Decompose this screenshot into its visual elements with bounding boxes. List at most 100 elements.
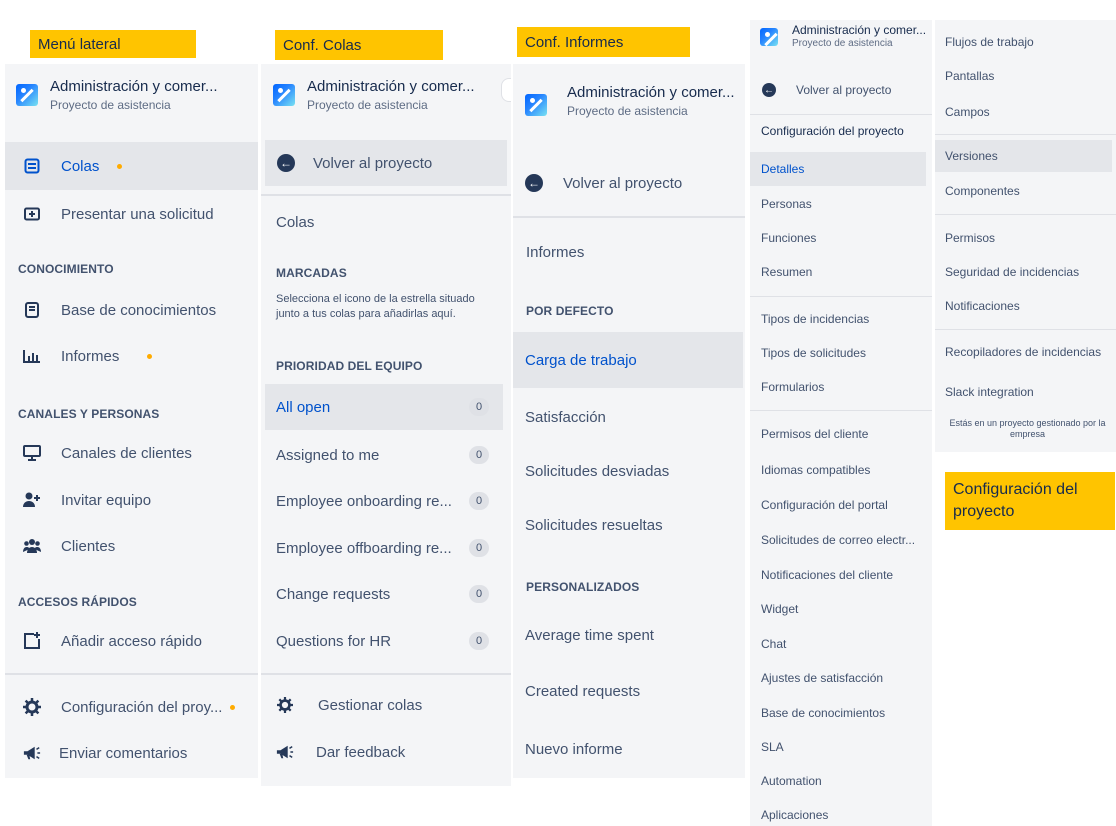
project-subtitle: Proyecto de asistencia [307,98,428,112]
config-item-tipos-solicitudes[interactable]: Tipos de solicitudes [750,337,932,369]
add-shortcut-button[interactable]: Añadir acceso rápido [5,619,258,663]
config-item-correo[interactable]: Solicitudes de correo electr... [750,524,932,556]
queue-count-badge: 0 [469,585,489,603]
colas-panel: Administración y comer... Proyecto de as… [261,64,511,786]
report-item-solicitudes-desviadas[interactable]: Solicitudes desviadas [513,444,745,498]
sidebar-item-label: Configuración del proy... [61,698,223,716]
queue-count-badge: 0 [469,539,489,557]
config-item-personas[interactable]: Personas [750,188,932,220]
sidebar-item-clientes[interactable]: Clientes [5,524,258,568]
section-heading-conocimiento: CONOCIMIENTO [18,262,114,276]
invite-icon [23,491,41,509]
sidebar-item-invitar-equipo[interactable]: Invitar equipo [5,478,258,522]
sidebar-item-label: Clientes [61,537,116,555]
sidebar-item-label: Presentar una solicitud [61,205,214,223]
report-item-satisfaccion[interactable]: Satisfacción [513,390,745,444]
config-heading: Configuración del proyecto [761,124,904,138]
config-item-componentes[interactable]: Componentes [935,175,1116,207]
project-header[interactable]: Administración y comer... Proyecto de as… [525,84,735,118]
manage-queues-button[interactable]: Gestionar colas [261,683,511,727]
notification-dot [230,704,236,710]
config-item-slack[interactable]: Slack integration [935,376,1116,408]
sidebar-menu-panel: Administración y comer... Proyecto de as… [5,64,258,778]
config-item-tipos-incidencias[interactable]: Tipos de incidencias [750,303,932,335]
report-item-solicitudes-resueltas[interactable]: Solicitudes resueltas [513,498,745,552]
config-item-label: Resumen [761,265,813,279]
collapse-sidebar-button[interactable] [501,78,511,102]
queue-label: Assigned to me [276,446,380,464]
config-item-chat[interactable]: Chat [750,628,932,660]
queue-count-badge: 0 [469,398,489,416]
give-feedback-button[interactable]: Dar feedback [261,730,511,774]
sidebar-item-presentar-solicitud[interactable]: Presentar una solicitud [5,192,258,236]
sidebar-item-configuracion[interactable]: Configuración del proy... [5,685,258,729]
arrow-left-icon: ← [277,154,295,172]
report-label: Created requests [525,682,641,700]
config-item-label: Notificaciones [945,299,1020,313]
arrow-left-icon: ← [762,83,776,97]
give-feedback-label: Dar feedback [316,743,406,761]
divider [935,329,1116,330]
config-item-permisos[interactable]: Permisos [935,222,1116,254]
divider [935,134,1116,135]
starred-hint: Selecciona el icono de la estrella situa… [276,293,475,320]
project-header[interactable]: Administración y comer... Proyecto de as… [760,23,926,49]
queue-item-employee-offboarding[interactable]: Employee offboarding re... 0 [265,525,503,571]
report-item-average-time[interactable]: Average time spent [513,608,745,662]
config-item-base-conocimientos[interactable]: Base de conocimientos [750,697,932,729]
sidebar-item-canales-clientes[interactable]: Canales de clientes [5,431,258,475]
megaphone-icon [23,744,41,762]
config-item-resumen[interactable]: Resumen [750,256,932,288]
back-label: Volver al proyecto [313,154,433,172]
config-item-versiones[interactable]: Versiones [935,140,1112,172]
report-label: Nuevo informe [525,740,623,758]
config-item-sla[interactable]: SLA [750,731,932,763]
config-item-detalles[interactable]: Detalles [750,152,926,186]
queue-item-all-open[interactable]: All open 0 [265,384,503,430]
config-item-label: Slack integration [945,385,1034,399]
report-item-created-requests[interactable]: Created requests [513,664,745,718]
config-item-idiomas[interactable]: Idiomas compatibles [750,454,932,486]
back-to-project-button[interactable]: ← Volver al proyecto [265,140,507,186]
project-header[interactable]: Administración y comer... Proyecto de as… [16,78,218,112]
new-report-button[interactable]: Nuevo informe [513,722,745,776]
config-item-label: Componentes [945,184,1020,198]
colas-title: Colas [276,214,315,231]
config-item-portal[interactable]: Configuración del portal [750,489,932,521]
config-item-notificaciones-cliente[interactable]: Notificaciones del cliente [750,559,932,591]
config-item-flujos[interactable]: Flujos de trabajo [935,26,1116,58]
queue-item-employee-onboarding[interactable]: Employee onboarding re... 0 [265,478,503,524]
sidebar-item-colas[interactable]: Colas [5,142,258,190]
config-item-aplicaciones[interactable]: Aplicaciones [750,799,932,826]
config-item-notificaciones[interactable]: Notificaciones [935,290,1116,322]
config-item-formularios[interactable]: Formularios [750,371,932,403]
config-item-recopiladores[interactable]: Recopiladores de incidencias [935,336,1116,368]
sidebar-item-informes[interactable]: Informes [5,334,258,378]
config-panel-right: Flujos de trabajo Pantallas Campos Versi… [935,20,1116,452]
project-header[interactable]: Administración y comer... Proyecto de as… [273,78,475,112]
config-item-campos[interactable]: Campos [935,96,1116,128]
gear-icon [23,698,41,716]
back-to-project-button[interactable]: ← Volver al proyecto [750,76,932,104]
report-item-carga-trabajo[interactable]: Carga de trabajo [513,332,743,388]
queue-item-assigned-to-me[interactable]: Assigned to me 0 [265,432,503,478]
config-item-label: Seguridad de incidencias [945,265,1080,279]
config-item-widget[interactable]: Widget [750,593,932,625]
queue-item-change-requests[interactable]: Change requests 0 [265,571,503,617]
report-label: Solicitudes desviadas [525,462,670,480]
project-avatar-icon [16,84,38,106]
sidebar-item-base-conocimientos[interactable]: Base de conocimientos [5,288,258,332]
config-item-funciones[interactable]: Funciones [750,222,932,254]
back-to-project-button[interactable]: ← Volver al proyecto [513,160,745,206]
sidebar-item-enviar-comentarios[interactable]: Enviar comentarios [5,731,258,775]
project-avatar-icon [273,84,295,106]
config-item-label: Formularios [761,380,825,394]
config-item-automation[interactable]: Automation [750,765,932,797]
config-item-label: Base de conocimientos [761,706,886,720]
project-subtitle: Proyecto de asistencia [567,104,688,118]
config-item-seguridad[interactable]: Seguridad de incidencias [935,256,1116,288]
config-item-permisos-cliente[interactable]: Permisos del cliente [750,418,932,450]
config-item-pantallas[interactable]: Pantallas [935,60,1116,92]
config-item-ajustes-satisfaccion[interactable]: Ajustes de satisfacción [750,662,932,694]
queue-item-questions-hr[interactable]: Questions for HR 0 [265,618,503,664]
